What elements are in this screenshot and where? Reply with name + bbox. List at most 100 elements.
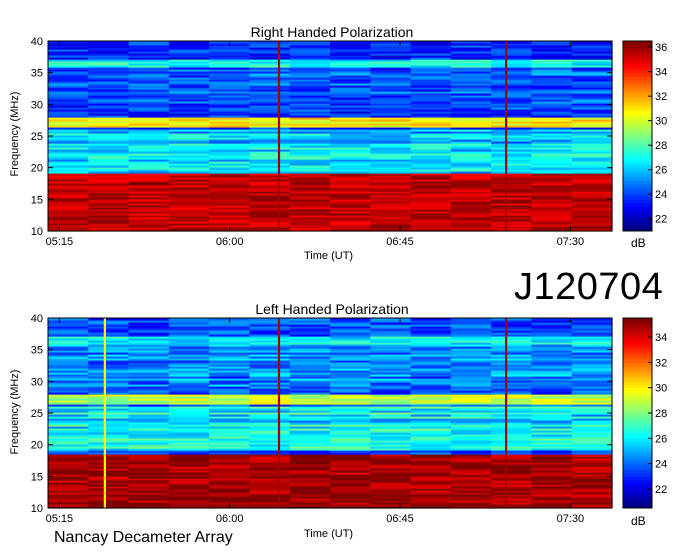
colorbar-swatch xyxy=(623,215,652,219)
y-tick-label: 10 xyxy=(31,503,43,515)
colorbar-swatch xyxy=(623,327,652,332)
colorbar-swatch xyxy=(623,221,652,226)
colorbar-swatch xyxy=(623,318,652,322)
colorbar-swatch xyxy=(623,177,652,181)
colorbar-swatch xyxy=(623,387,652,392)
colorbar-swatch xyxy=(623,145,652,150)
colorbar-swatch xyxy=(623,91,652,96)
colorbar-swatch xyxy=(623,129,652,134)
colorbar-swatch xyxy=(623,492,652,496)
colorbar-swatch xyxy=(623,451,652,455)
colorbar-swatch xyxy=(623,148,652,153)
colorbar-swatch xyxy=(623,463,652,468)
colorbar-swatch xyxy=(623,466,652,471)
y-tick-label: 40 xyxy=(31,313,43,325)
colorbar-swatch xyxy=(623,343,652,347)
colorbar-swatch xyxy=(623,422,652,427)
colorbar-swatch xyxy=(623,441,652,446)
colorbar-swatch xyxy=(623,371,652,376)
colorbar-tick-label: 30 xyxy=(655,116,667,128)
colorbar-swatch xyxy=(623,352,652,357)
colorbar-swatch xyxy=(623,454,652,458)
colorbar-swatch xyxy=(623,202,652,207)
colorbar-swatch xyxy=(623,375,652,379)
colorbar-swatch xyxy=(623,53,652,58)
colorbar-swatch xyxy=(623,346,652,351)
colorbar-swatch xyxy=(623,416,652,420)
colorbar-swatch xyxy=(623,337,652,341)
colorbar-swatch xyxy=(623,123,652,127)
colorbar-swatch xyxy=(623,324,652,328)
colorbar-tick-label: 26 xyxy=(655,433,667,445)
colorbar-tick-label: 24 xyxy=(655,189,667,201)
colorbar-swatch xyxy=(623,50,652,55)
colorbar-swatch xyxy=(623,406,652,411)
colorbar-swatch xyxy=(623,403,652,408)
colorbar-swatch xyxy=(623,75,652,80)
colorbar-swatch xyxy=(623,413,652,417)
colorbar-swatch xyxy=(623,485,652,490)
y-tick-label: 30 xyxy=(31,99,43,111)
colorbar-swatch xyxy=(623,98,652,102)
colorbar-swatch xyxy=(623,378,652,382)
colorbar-swatch xyxy=(623,170,652,175)
colorbar-swatch xyxy=(623,428,652,433)
colorbar-swatch xyxy=(623,136,652,140)
colorbar-swatch xyxy=(623,390,652,395)
colorbar-swatch xyxy=(623,212,652,216)
colorbar-swatch xyxy=(623,498,652,503)
y-tick-label: 15 xyxy=(31,194,43,206)
y-tick-label: 35 xyxy=(31,345,43,357)
x-tick-label: 06:45 xyxy=(386,236,414,248)
colorbar-swatch xyxy=(623,155,652,159)
colorbar-swatch xyxy=(623,41,652,45)
colorbar-swatch xyxy=(623,489,652,493)
colorbar-swatch xyxy=(623,72,652,77)
colorbar-swatch xyxy=(623,425,652,430)
colorbar-swatch xyxy=(623,56,652,61)
y-tick-label: 10 xyxy=(31,226,43,238)
colorbar-tick-label: 34 xyxy=(655,332,667,344)
y-tick-label: 25 xyxy=(31,131,43,143)
x-tick-label: 06:00 xyxy=(216,513,244,525)
colorbar-swatch xyxy=(623,365,652,370)
colorbar-tick-label: 34 xyxy=(655,67,667,79)
y-tick-label: 15 xyxy=(31,471,43,483)
colorbar-tick-label: 22 xyxy=(655,484,667,496)
colorbar-swatch xyxy=(623,44,652,48)
x-tick-label: 07:30 xyxy=(557,236,585,248)
colorbar-swatch xyxy=(623,69,652,74)
colorbar-swatch xyxy=(623,63,652,67)
interference-line xyxy=(103,318,106,508)
colorbar-swatch xyxy=(623,167,652,172)
y-tick-label: 20 xyxy=(31,440,43,452)
colorbar-swatch xyxy=(623,384,652,389)
colorbar-tick-label: 28 xyxy=(655,408,667,420)
colorbar-swatch xyxy=(623,381,652,385)
y-tick-label: 20 xyxy=(31,163,43,175)
colorbar-swatch xyxy=(623,321,652,325)
colorbar-swatch xyxy=(623,457,652,461)
colorbar-swatch xyxy=(623,330,652,335)
interference-line xyxy=(505,318,508,508)
colorbar-swatch xyxy=(623,104,652,108)
colorbar-swatch xyxy=(623,205,652,210)
colorbar-swatch xyxy=(623,117,652,121)
x-tick-label: 06:45 xyxy=(386,513,414,525)
colorbar-swatch xyxy=(623,94,652,99)
colorbar-swatch xyxy=(623,66,652,70)
y-tick-label: 25 xyxy=(31,408,43,420)
colorbar-swatch xyxy=(623,107,652,112)
colorbar-swatch xyxy=(623,110,652,115)
colorbar-swatch xyxy=(623,196,652,200)
colorbar-tick-label: 36 xyxy=(655,42,667,54)
colorbar-swatch xyxy=(623,397,652,401)
x-tick-label: 05:15 xyxy=(46,236,74,248)
colorbar-swatch xyxy=(623,142,652,146)
colorbar-swatch xyxy=(623,174,652,178)
colorbar-swatch xyxy=(623,444,652,449)
colorbar-swatch xyxy=(623,447,652,452)
colorbar-swatch xyxy=(623,120,652,124)
colorbar-swatch xyxy=(623,495,652,499)
colorbar-tick-label: 32 xyxy=(655,357,667,369)
